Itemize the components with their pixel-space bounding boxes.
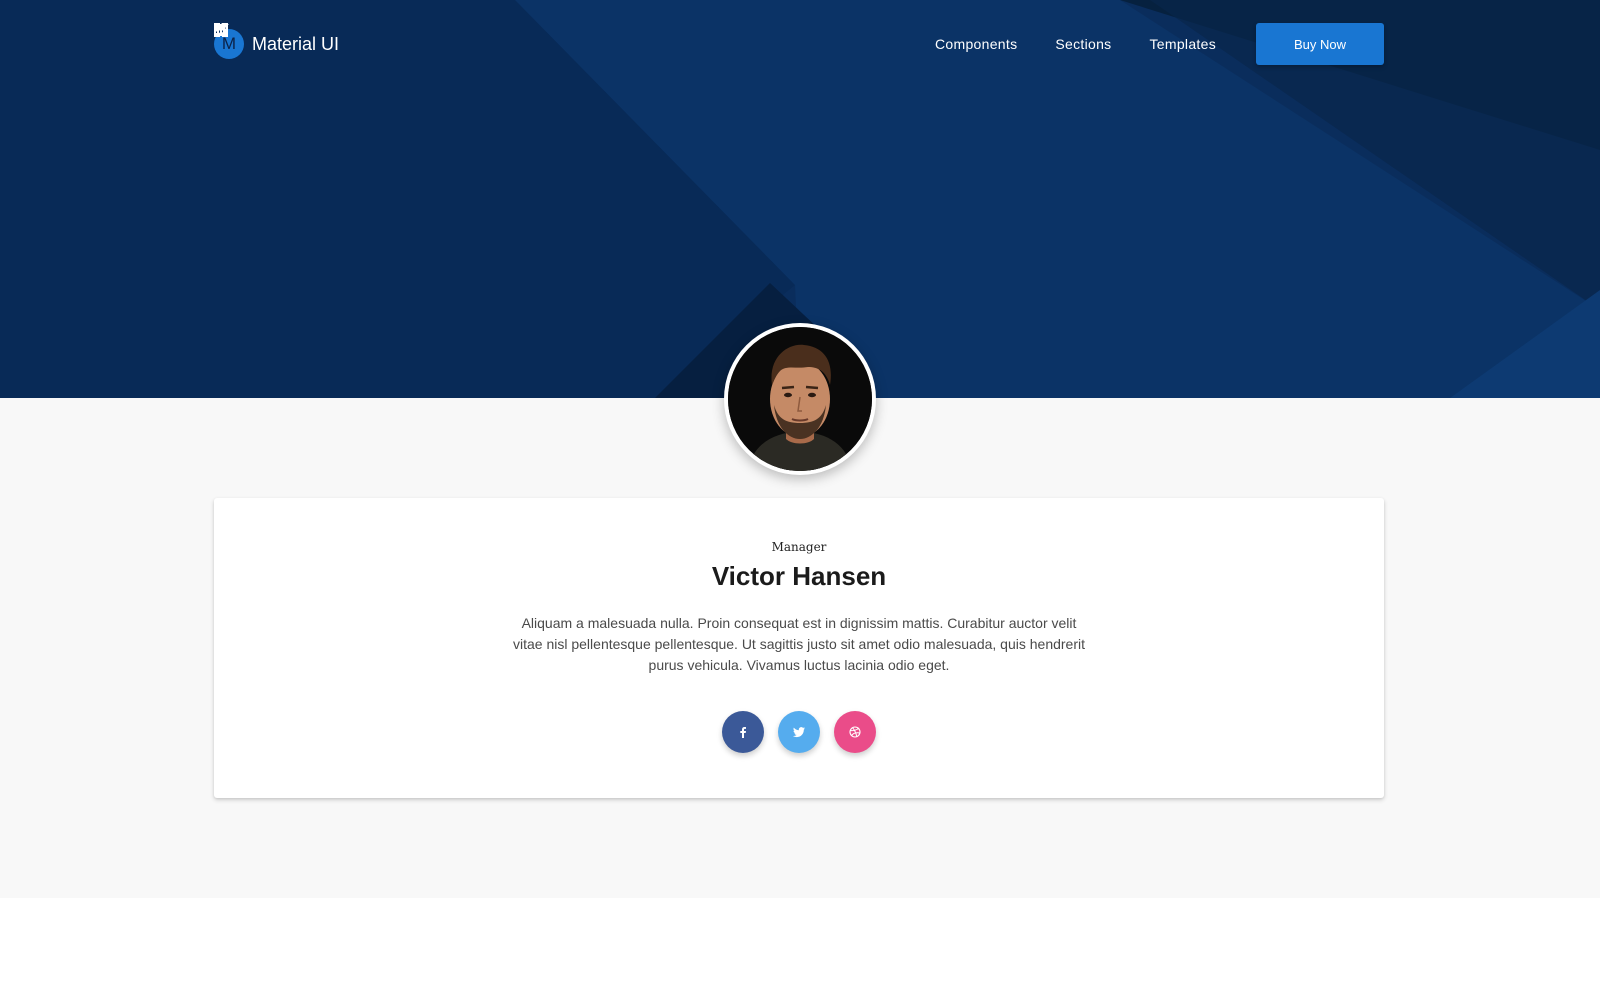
brand-name: Material UI — [252, 33, 340, 54]
nav-item-label: Templates — [1149, 36, 1216, 52]
person-portrait-icon — [728, 327, 872, 471]
nav-item-templates[interactable]: Templates — [214, 23, 1216, 52]
brand-link[interactable]: M Material UI — [214, 29, 339, 59]
buy-now-button[interactable]: Buy Now — [214, 23, 1384, 65]
nav-links: Components Sections Templates Buy Now — [214, 23, 1384, 65]
cart-icon — [214, 23, 226, 35]
dribbble-icon — [849, 726, 861, 738]
twitter-icon — [793, 727, 805, 738]
facebook-button[interactable] — [722, 711, 764, 753]
dribbble-button[interactable] — [834, 711, 876, 753]
social-links — [214, 711, 1384, 753]
nav-item-components[interactable]: Components — [214, 23, 1018, 52]
facebook-icon — [740, 727, 746, 738]
profile-role: Manager — [771, 540, 827, 554]
buy-now-label: Buy Now — [1293, 36, 1347, 52]
twitter-button[interactable] — [778, 711, 820, 753]
nav-item-label: Sections — [1055, 36, 1112, 52]
profile-name: Victor Hansen — [711, 561, 887, 591]
profile-description: Aliquam a malesuada nulla. Proin consequ… — [513, 615, 1085, 673]
profile-avatar — [724, 323, 876, 475]
avatar-photo — [728, 327, 872, 471]
nav-item-label: Components — [934, 36, 1018, 52]
profile-card: Manager Victor Hansen Aliquam a malesuad… — [214, 498, 1384, 798]
nav-item-sections[interactable]: Sections — [214, 23, 1112, 52]
top-navbar: M Material UI Components Sections Templa… — [214, 23, 1384, 65]
